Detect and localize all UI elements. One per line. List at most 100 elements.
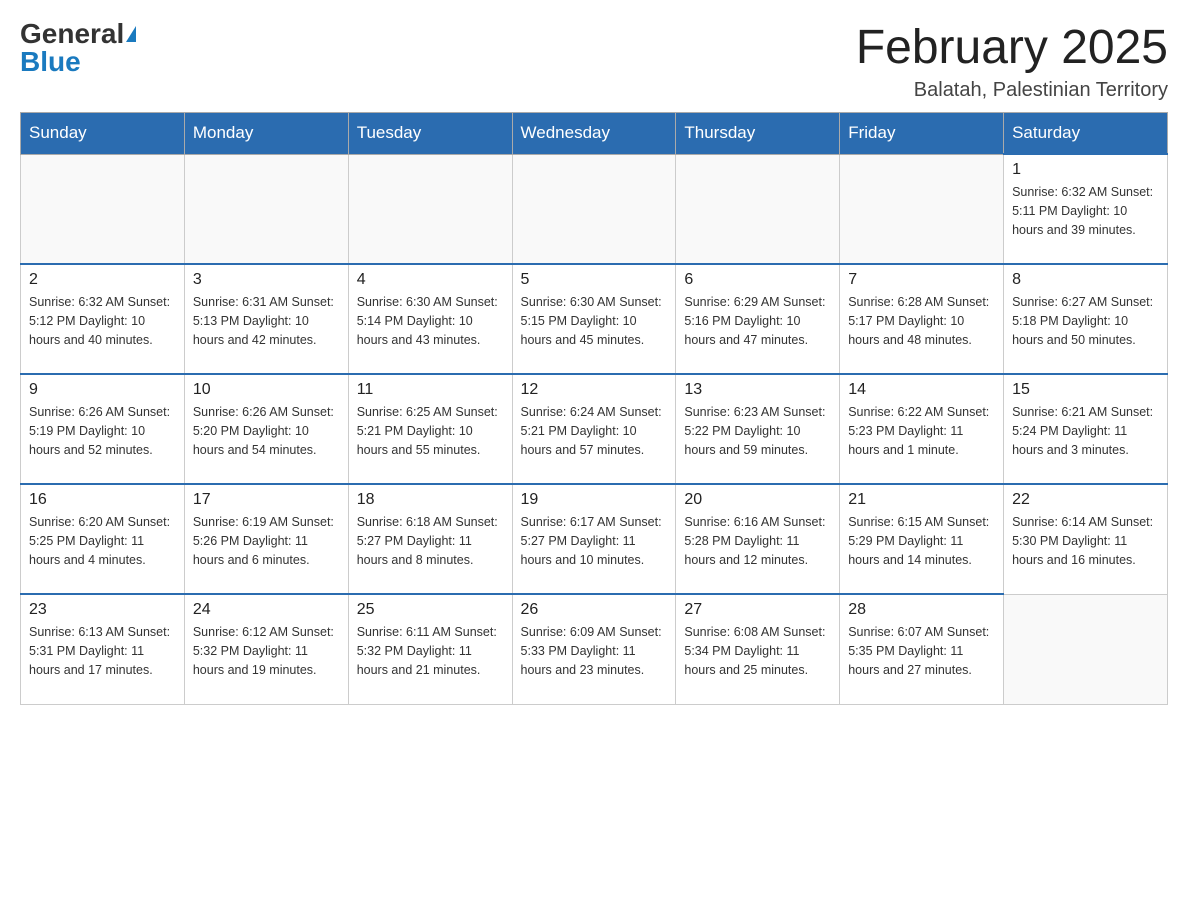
calendar-day-cell <box>184 154 348 264</box>
calendar-day-cell: 12Sunrise: 6:24 AM Sunset: 5:21 PM Dayli… <box>512 374 676 484</box>
calendar-week-row: 2 Sunrise: 6:32 AM Sunset: 5:12 PM Daylig… <box>21 264 1168 374</box>
calendar-day-cell: 19 Sunrise: 6:17 AM Sunset: 5:27 PM Dayli… <box>512 484 676 594</box>
day-number: 10 <box>193 381 340 399</box>
day-number: 14 <box>848 381 995 399</box>
day-info: Sunrise: 6:20 AM Sunset: 5:25 PM Dayligh… <box>29 513 176 569</box>
day-number: 7 <box>848 271 995 289</box>
day-of-week-header: Sunday <box>21 113 185 155</box>
day-info: Sunrise: 6:18 AM Sunset: 5:27 PM Dayligh… <box>357 513 504 569</box>
calendar-week-row: 9 Sunrise: 6:26 AM Sunset: 5:19 PM Daylig… <box>21 374 1168 484</box>
logo-triangle-icon <box>126 26 136 42</box>
day-info: Sunrise: 6:08 AM Sunset: 5:34 PM Dayligh… <box>684 623 831 679</box>
calendar-day-cell: 2 Sunrise: 6:32 AM Sunset: 5:12 PM Daylig… <box>21 264 185 374</box>
calendar-day-cell <box>348 154 512 264</box>
day-number: 23 <box>29 601 176 619</box>
day-info: Sunrise: 6:17 AM Sunset: 5:27 PM Dayligh… <box>521 513 668 569</box>
day-number: 28 <box>848 601 995 619</box>
day-of-week-header: Friday <box>840 113 1004 155</box>
day-info: Sunrise: 6:32 AM Sunset: 5:11 PM Dayligh… <box>1012 183 1159 239</box>
day-number: 19 <box>521 491 668 509</box>
calendar-day-cell: 7 Sunrise: 6:28 AM Sunset: 5:17 PM Daylig… <box>840 264 1004 374</box>
day-info: Sunrise: 6:07 AM Sunset: 5:35 PM Dayligh… <box>848 623 995 679</box>
day-of-week-header: Monday <box>184 113 348 155</box>
day-number: 9 <box>29 381 176 399</box>
calendar-header-row: SundayMondayTuesdayWednesdayThursdayFrid… <box>21 113 1168 155</box>
calendar-day-cell: 5 Sunrise: 6:30 AM Sunset: 5:15 PM Daylig… <box>512 264 676 374</box>
logo: General Blue <box>20 20 136 76</box>
day-info: Sunrise: 6:23 AM Sunset: 5:22 PM Dayligh… <box>684 403 831 459</box>
day-number: 16 <box>29 491 176 509</box>
day-number: 15 <box>1012 381 1159 399</box>
calendar-subtitle: Balatah, Palestinian Territory <box>856 79 1168 102</box>
calendar-day-cell: 25 Sunrise: 6:11 AM Sunset: 5:32 PM Dayli… <box>348 594 512 704</box>
day-number: 13 <box>684 381 831 399</box>
calendar-day-cell: 15 Sunrise: 6:21 AM Sunset: 5:24 PM Dayli… <box>1004 374 1168 484</box>
calendar-day-cell: 24 Sunrise: 6:12 AM Sunset: 5:32 PM Dayli… <box>184 594 348 704</box>
day-info: Sunrise: 6:25 AM Sunset: 5:21 PM Dayligh… <box>357 403 504 459</box>
day-info: Sunrise: 6:32 AM Sunset: 5:12 PM Dayligh… <box>29 293 176 349</box>
calendar-day-cell: 26 Sunrise: 6:09 AM Sunset: 5:33 PM Dayli… <box>512 594 676 704</box>
calendar-week-row: 23 Sunrise: 6:13 AM Sunset: 5:31 PM Dayli… <box>21 594 1168 704</box>
calendar-table: SundayMondayTuesdayWednesdayThursdayFrid… <box>20 112 1168 705</box>
day-number: 22 <box>1012 491 1159 509</box>
calendar-day-cell: 16 Sunrise: 6:20 AM Sunset: 5:25 PM Dayli… <box>21 484 185 594</box>
day-info: Sunrise: 6:21 AM Sunset: 5:24 PM Dayligh… <box>1012 403 1159 459</box>
day-info: Sunrise: 6:26 AM Sunset: 5:19 PM Dayligh… <box>29 403 176 459</box>
day-number: 5 <box>521 271 668 289</box>
day-info: Sunrise: 6:24 AM Sunset: 5:21 PM Dayligh… <box>521 403 668 459</box>
day-info: Sunrise: 6:19 AM Sunset: 5:26 PM Dayligh… <box>193 513 340 569</box>
calendar-day-cell: 10 Sunrise: 6:26 AM Sunset: 5:20 PM Dayli… <box>184 374 348 484</box>
calendar-day-cell: 6 Sunrise: 6:29 AM Sunset: 5:16 PM Daylig… <box>676 264 840 374</box>
day-number: 27 <box>684 601 831 619</box>
day-number: 24 <box>193 601 340 619</box>
day-number: 26 <box>521 601 668 619</box>
day-info: Sunrise: 6:26 AM Sunset: 5:20 PM Dayligh… <box>193 403 340 459</box>
day-number: 6 <box>684 271 831 289</box>
day-number: 4 <box>357 271 504 289</box>
calendar-day-cell <box>512 154 676 264</box>
calendar-day-cell: 27 Sunrise: 6:08 AM Sunset: 5:34 PM Dayli… <box>676 594 840 704</box>
day-info: Sunrise: 6:12 AM Sunset: 5:32 PM Dayligh… <box>193 623 340 679</box>
day-info: Sunrise: 6:16 AM Sunset: 5:28 PM Dayligh… <box>684 513 831 569</box>
day-info: Sunrise: 6:28 AM Sunset: 5:17 PM Dayligh… <box>848 293 995 349</box>
calendar-day-cell <box>840 154 1004 264</box>
day-info: Sunrise: 6:30 AM Sunset: 5:15 PM Dayligh… <box>521 293 668 349</box>
calendar-week-row: 1Sunrise: 6:32 AM Sunset: 5:11 PM Daylig… <box>21 154 1168 264</box>
calendar-day-cell <box>1004 594 1168 704</box>
calendar-day-cell <box>676 154 840 264</box>
day-info: Sunrise: 6:09 AM Sunset: 5:33 PM Dayligh… <box>521 623 668 679</box>
day-number: 2 <box>29 271 176 289</box>
day-number: 17 <box>193 491 340 509</box>
calendar-day-cell: 28 Sunrise: 6:07 AM Sunset: 5:35 PM Dayli… <box>840 594 1004 704</box>
calendar-day-cell: 23 Sunrise: 6:13 AM Sunset: 5:31 PM Dayli… <box>21 594 185 704</box>
day-of-week-header: Tuesday <box>348 113 512 155</box>
day-info: Sunrise: 6:15 AM Sunset: 5:29 PM Dayligh… <box>848 513 995 569</box>
day-number: 11 <box>357 381 504 399</box>
calendar-day-cell: 22 Sunrise: 6:14 AM Sunset: 5:30 PM Dayli… <box>1004 484 1168 594</box>
calendar-day-cell: 20 Sunrise: 6:16 AM Sunset: 5:28 PM Dayli… <box>676 484 840 594</box>
day-info: Sunrise: 6:30 AM Sunset: 5:14 PM Dayligh… <box>357 293 504 349</box>
calendar-week-row: 16 Sunrise: 6:20 AM Sunset: 5:25 PM Dayli… <box>21 484 1168 594</box>
calendar-day-cell: 9 Sunrise: 6:26 AM Sunset: 5:19 PM Daylig… <box>21 374 185 484</box>
calendar-day-cell <box>21 154 185 264</box>
day-info: Sunrise: 6:14 AM Sunset: 5:30 PM Dayligh… <box>1012 513 1159 569</box>
day-number: 3 <box>193 271 340 289</box>
day-info: Sunrise: 6:13 AM Sunset: 5:31 PM Dayligh… <box>29 623 176 679</box>
calendar-day-cell: 11 Sunrise: 6:25 AM Sunset: 5:21 PM Dayli… <box>348 374 512 484</box>
logo-blue-text: Blue <box>20 48 81 76</box>
calendar-day-cell: 14 Sunrise: 6:22 AM Sunset: 5:23 PM Dayli… <box>840 374 1004 484</box>
calendar-day-cell: 17 Sunrise: 6:19 AM Sunset: 5:26 PM Dayli… <box>184 484 348 594</box>
calendar-day-cell: 3 Sunrise: 6:31 AM Sunset: 5:13 PM Daylig… <box>184 264 348 374</box>
day-of-week-header: Wednesday <box>512 113 676 155</box>
day-number: 21 <box>848 491 995 509</box>
day-info: Sunrise: 6:22 AM Sunset: 5:23 PM Dayligh… <box>848 403 995 459</box>
day-info: Sunrise: 6:31 AM Sunset: 5:13 PM Dayligh… <box>193 293 340 349</box>
day-info: Sunrise: 6:29 AM Sunset: 5:16 PM Dayligh… <box>684 293 831 349</box>
day-info: Sunrise: 6:11 AM Sunset: 5:32 PM Dayligh… <box>357 623 504 679</box>
calendar-day-cell: 8Sunrise: 6:27 AM Sunset: 5:18 PM Daylig… <box>1004 264 1168 374</box>
day-number: 25 <box>357 601 504 619</box>
logo-general-text: General <box>20 20 124 48</box>
page-header: General Blue February 2025 Balatah, Pale… <box>20 20 1168 102</box>
day-info: Sunrise: 6:27 AM Sunset: 5:18 PM Dayligh… <box>1012 293 1159 349</box>
day-number: 20 <box>684 491 831 509</box>
